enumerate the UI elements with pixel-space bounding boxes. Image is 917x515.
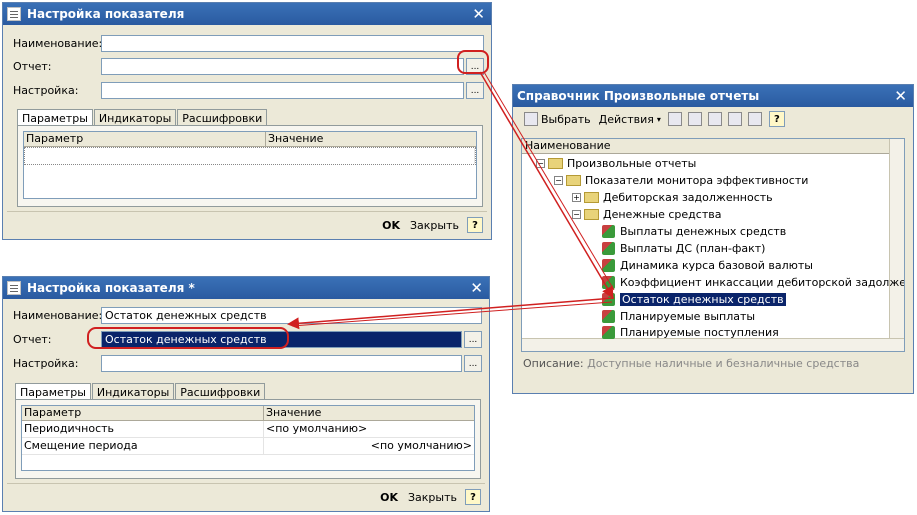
name-field[interactable]: Остаток денежных средств xyxy=(101,307,482,324)
grid-header-param: Параметр xyxy=(22,406,264,420)
tree-item[interactable]: Выплаты ДС (план-факт) xyxy=(602,240,765,256)
close-icon[interactable]: ✕ xyxy=(472,5,485,23)
document-icon xyxy=(7,281,21,295)
catalog-tree[interactable]: Наименование − Произвольные отчеты − Показ… xyxy=(521,138,905,352)
tree-item[interactable]: − Денежные средства xyxy=(572,206,721,222)
close-icon[interactable]: ✕ xyxy=(470,279,483,297)
table-row[interactable] xyxy=(24,147,476,165)
scrollbar[interactable] xyxy=(889,139,904,351)
grid-header-value: Значение xyxy=(268,132,324,145)
tree-item[interactable]: Коэффициент инкассации дебиторской задол… xyxy=(602,274,904,290)
actions-menu[interactable]: Действия ▾ xyxy=(595,110,665,128)
tree-column-header: Наименование xyxy=(525,139,611,152)
ok-button[interactable]: OK xyxy=(380,491,398,504)
grid-header-param: Параметр xyxy=(24,132,266,146)
select-label: Выбрать xyxy=(541,112,591,126)
window-titlebar: Настройка показателя * ✕ xyxy=(3,277,489,299)
tree-item[interactable]: − Показатели монитора эффективности xyxy=(554,172,808,188)
param-cell: Смещение периода xyxy=(22,438,264,454)
parameters-grid[interactable]: Параметр Значение xyxy=(23,131,477,199)
description-label: Описание: xyxy=(523,357,584,370)
close-button[interactable]: Закрыть xyxy=(408,491,457,504)
tree-item[interactable]: + Дебиторская задолженность xyxy=(572,189,773,205)
setting-select-button[interactable]: ... xyxy=(464,355,482,372)
help-button[interactable]: ? xyxy=(768,111,785,127)
table-row[interactable]: Периодичность <по умолчанию> xyxy=(22,421,474,438)
ok-button[interactable]: OK xyxy=(382,219,400,232)
setting-field[interactable] xyxy=(101,355,462,372)
report-icon xyxy=(602,241,615,255)
window-title: Настройка показателя xyxy=(27,7,185,21)
table-row[interactable]: Смещение периода <по умолчанию> xyxy=(22,438,474,455)
report-label: Отчет: xyxy=(13,333,52,346)
param-cell: Периодичность xyxy=(22,421,264,437)
setting-field[interactable] xyxy=(101,82,464,99)
indicator-settings-window-empty: Настройка показателя ✕ Наименование: Отч… xyxy=(2,2,492,240)
window-titlebar: Настройка показателя ✕ xyxy=(3,3,491,25)
filter-off-icon[interactable] xyxy=(727,112,742,126)
tree-item[interactable]: Планируемые выплаты xyxy=(602,308,755,324)
setting-label: Настройка: xyxy=(13,357,79,370)
window-title: Справочник Произвольные отчеты xyxy=(517,89,760,103)
value-cell[interactable]: <по умолчанию> xyxy=(264,421,474,437)
dropdown-arrow-icon: ▾ xyxy=(656,114,661,124)
folder-icon xyxy=(548,157,563,169)
report-label: Отчет: xyxy=(13,60,52,73)
setting-select-button[interactable]: ... xyxy=(466,82,484,99)
actions-label: Действия xyxy=(598,112,654,126)
select-icon xyxy=(524,112,538,126)
grid-header: Параметр Значение xyxy=(24,132,476,147)
refresh-icon[interactable] xyxy=(747,112,762,126)
report-icon xyxy=(602,258,615,272)
parameters-grid[interactable]: Параметр Значение Периодичность <по умол… xyxy=(21,405,475,471)
folder-icon xyxy=(584,191,599,203)
name-label: Наименование: xyxy=(13,37,103,50)
report-icon xyxy=(602,292,615,306)
tree-item[interactable]: Динамика курса базовой валюты xyxy=(602,257,813,273)
tree-item-selected[interactable]: Остаток денежных средств xyxy=(602,291,786,307)
tree-view-icon[interactable] xyxy=(667,112,682,126)
window-titlebar: Справочник Произвольные отчеты ✕ xyxy=(513,85,913,107)
tree-item[interactable]: − Произвольные отчеты xyxy=(536,155,696,171)
description-value: Доступные наличные и безналичные средств… xyxy=(587,357,860,370)
name-field[interactable] xyxy=(101,35,484,52)
close-button[interactable]: Закрыть xyxy=(410,219,459,232)
document-icon xyxy=(7,7,21,21)
indicator-settings-window-filled: Настройка показателя * ✕ Наименование: О… xyxy=(2,276,490,512)
report-icon xyxy=(602,224,615,238)
hierarchy-icon[interactable] xyxy=(707,112,722,126)
report-field[interactable] xyxy=(101,58,464,75)
name-label: Наименование: xyxy=(13,309,103,322)
grid-header-value: Значение xyxy=(266,406,322,419)
report-icon xyxy=(602,309,615,323)
help-button[interactable]: ? xyxy=(467,217,483,233)
tree-item[interactable]: Выплаты денежных средств xyxy=(602,223,786,239)
window-title: Настройка показателя * xyxy=(27,281,195,295)
value-cell[interactable]: <по умолчанию> xyxy=(264,438,474,454)
report-icon xyxy=(602,275,615,289)
folder-icon xyxy=(566,174,581,186)
reference-catalog-window: Справочник Произвольные отчеты ✕ Выбрать… xyxy=(512,84,914,394)
close-icon[interactable]: ✕ xyxy=(894,87,907,105)
add-folder-icon[interactable] xyxy=(687,112,702,126)
report-field[interactable]: Остаток денежных средств xyxy=(101,331,462,348)
folder-icon xyxy=(584,208,599,220)
report-select-button[interactable]: ... xyxy=(464,331,482,348)
tree-item[interactable]: Планируемые поступления xyxy=(602,324,779,340)
report-icon xyxy=(602,325,615,339)
help-button[interactable]: ? xyxy=(465,489,481,505)
setting-label: Настройка: xyxy=(13,84,79,97)
report-select-button[interactable]: ... xyxy=(466,58,484,75)
grid-header: Параметр Значение xyxy=(22,406,474,421)
select-button[interactable]: Выбрать xyxy=(517,110,595,128)
